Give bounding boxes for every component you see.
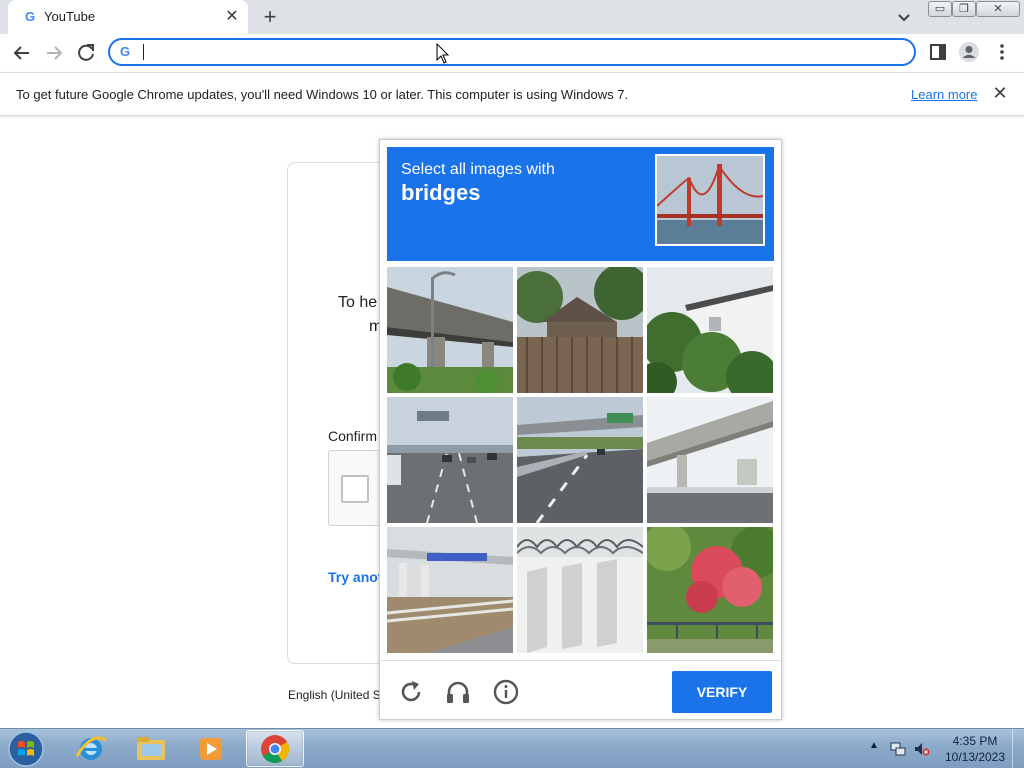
show-desktop-button[interactable] [1012,729,1024,768]
headphones-icon[interactable] [445,679,471,705]
clock-time: 4:35 PM [952,734,998,748]
chrome-icon[interactable] [246,730,304,767]
captcha-image-grid [387,267,774,654]
captcha-tile-4[interactable] [387,397,513,523]
reload-icon[interactable] [398,679,424,705]
page-text-line1: To he [338,294,378,311]
profile-icon[interactable] [958,41,980,63]
language-selector[interactable]: English (United S [288,688,381,702]
close-window-button[interactable]: ✕ [976,1,1020,17]
captcha-tile-9[interactable] [647,527,773,653]
system-clock[interactable]: 4:35 PM 10/13/2023 [940,733,1010,765]
captcha-tile-3[interactable] [647,267,773,393]
internet-explorer-icon[interactable] [62,730,120,767]
minimize-button[interactable]: ▭ [928,1,952,17]
forward-icon[interactable] [41,40,67,66]
google-g-icon: G [24,9,36,24]
captcha-tile-2[interactable] [517,267,643,393]
info-icon[interactable] [493,679,519,705]
menu-kebab-icon[interactable] [991,41,1013,63]
address-input[interactable] [142,42,902,62]
captcha-challenge: Select all images with bridges VERIFY [379,139,782,720]
address-bar[interactable]: G [108,38,916,66]
reload-icon[interactable] [73,40,99,66]
browser-toolbar: G [0,34,1024,72]
tab-strip: G YouTube ✕ + ▭ ❐ ✕ [0,0,1024,34]
tab-youtube[interactable]: G YouTube ✕ [8,0,248,34]
confirm-label: Confirm [328,428,378,444]
infobar-message: To get future Google Chrome updates, you… [16,87,629,102]
sample-bridge-image [655,154,765,246]
back-icon[interactable] [9,40,35,66]
mouse-cursor-icon [436,43,450,64]
clock-date: 10/13/2023 [944,750,1006,764]
side-panel-icon[interactable] [927,41,949,63]
captcha-tile-1[interactable] [387,267,513,393]
media-player-icon[interactable] [182,730,240,767]
captcha-tile-5[interactable] [517,397,643,523]
captcha-header: Select all images with bridges [387,147,774,261]
file-explorer-icon[interactable] [122,730,180,767]
text-caret [143,44,144,60]
tab-search-chevron-icon[interactable] [894,7,914,27]
tab-title: YouTube [44,9,96,24]
captcha-tile-7[interactable] [387,527,513,653]
update-infobar: To get future Google Chrome updates, you… [0,72,1024,116]
captcha-footer: VERIFY [380,660,781,719]
new-tab-button[interactable]: + [258,4,282,30]
captcha-instruction: Select all images with [401,161,555,178]
network-icon[interactable] [890,741,906,757]
tray-expand-icon[interactable]: ▲ [869,740,879,751]
volume-muted-icon[interactable] [914,741,930,757]
try-another-link[interactable]: Try anot [328,569,382,585]
tab-close-icon[interactable]: ✕ [222,7,242,27]
google-g-icon: G [120,44,131,59]
windows-start-icon[interactable] [6,730,46,768]
captcha-target: bridges [401,180,481,205]
verify-button[interactable]: VERIFY [672,671,772,713]
captcha-tile-6[interactable] [647,397,773,523]
infobar-close-icon[interactable]: ✕ [990,83,1010,103]
restore-button[interactable]: ❐ [952,1,976,17]
recaptcha-checkbox[interactable] [341,475,369,503]
windows-taskbar: ▲ 4:35 PM 10/13/2023 [0,728,1024,768]
captcha-tile-8[interactable] [517,527,643,653]
learn-more-link[interactable]: Learn more [911,87,977,102]
